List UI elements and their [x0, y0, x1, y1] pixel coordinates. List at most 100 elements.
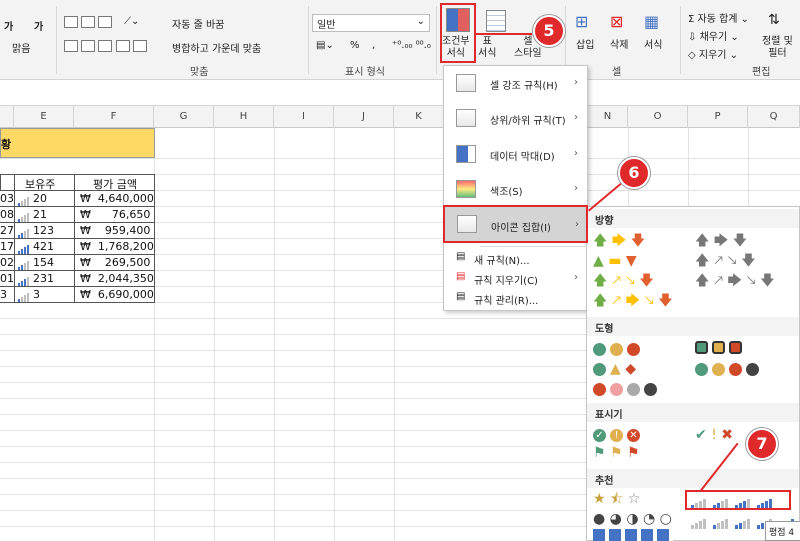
formula-bar[interactable]	[0, 80, 800, 106]
insert-cells-button[interactable]: 삽입	[576, 36, 594, 51]
cell-left[interactable]: 01	[0, 272, 14, 285]
conditional-format-menu: 셀 강조 규칙(H) › 상위/하위 규칙(T) › 데이터 막대(D) › 색조(S…	[443, 65, 588, 311]
icon-set-4-arrows-gray[interactable]: 🡅 🡕 🡖 🡇	[695, 253, 756, 269]
icon-set-red-to-black[interactable]	[593, 381, 661, 397]
table-row[interactable]: 27 123 ₩ 959,400	[0, 223, 155, 239]
data-bar-icon	[456, 145, 476, 163]
fill-down-icon: ⇩	[688, 32, 697, 43]
icon-set-3-arrows-gray[interactable]: 🡅 🡆 🡇	[695, 233, 747, 249]
table-row[interactable]: 08 21 ₩ 76,650	[0, 207, 155, 223]
col-header[interactable]: G	[154, 106, 214, 128]
cell-left[interactable]: 3	[0, 288, 7, 301]
format-cells-button[interactable]: 서식	[644, 36, 662, 51]
delete-cells-button[interactable]: 삭제	[610, 36, 628, 51]
col-header[interactable]: P	[688, 106, 748, 128]
icon-set-3-arrows-colored[interactable]: 🡅 🡆 🡇	[593, 233, 645, 249]
section-ratings: 추천	[587, 469, 799, 488]
icon-set-3-traffic-lights-rimmed[interactable]	[695, 339, 746, 355]
menu-item-top-bottom-rules[interactable]: 상위/하위 규칙(T) ›	[444, 100, 587, 136]
delete-cells-icon: ⊠	[610, 12, 624, 31]
comma-button[interactable]: ,	[372, 40, 375, 51]
cell-shares[interactable]: 20	[18, 192, 47, 206]
icon-set-5-boxes[interactable]	[593, 529, 673, 541]
menu-item-highlight-rules[interactable]: 셀 강조 규칙(H) ›	[444, 66, 587, 100]
col-header[interactable]: O	[628, 106, 688, 128]
icon-set-3-triangles[interactable]: ▲ ▬ ▼	[593, 253, 637, 269]
col-header[interactable]: J	[334, 106, 394, 128]
col-header[interactable]: F	[74, 106, 154, 128]
cell-shares[interactable]: 154	[18, 256, 54, 270]
menu-item-data-bars[interactable]: 데이터 막대(D) ›	[444, 136, 587, 172]
menu-item-new-rule[interactable]: ▤ 새 규칙(N)...	[444, 248, 587, 268]
sort-filter-button[interactable]: 정렬 및 필터	[762, 36, 793, 60]
valuation-header[interactable]: 평가 금액	[93, 176, 137, 192]
cell-shares[interactable]: 421	[18, 240, 54, 254]
cell-shares[interactable]: 231	[18, 272, 54, 286]
font-size-up-button[interactable]: 가	[4, 18, 13, 33]
col-header[interactable]: I	[274, 106, 334, 128]
col-header[interactable]: N	[588, 106, 628, 128]
icon-set-3-traffic-lights[interactable]	[593, 341, 644, 357]
cell-left[interactable]: 02	[0, 256, 14, 269]
cell-shares[interactable]: 123	[18, 224, 54, 238]
icon-set-5-arrows-gray[interactable]: 🡅 🡕 🡆 🡖 🡇	[695, 273, 775, 289]
icon-set-3-stars[interactable]: ★ ⯪ ☆	[593, 491, 640, 507]
icon-set-3-signs[interactable]: ▲ ◆	[593, 361, 636, 377]
cell-valuation[interactable]: ₩ 2,044,350	[80, 272, 154, 285]
cell-shares[interactable]: 21	[18, 208, 47, 222]
ribbon: 가 가 맑음 ⟋⌄ 자동 줄 바꿈 병합하고 가운데 맞춤 맞춤 일반 ⌄ ▤⌄ …	[0, 0, 800, 80]
font-label[interactable]: 맑음	[12, 40, 30, 55]
increase-decimal-icon[interactable]: ⁺⁰.₀₀ ⁰⁰.₀	[392, 40, 431, 51]
cell-valuation[interactable]: ₩ 269,500	[80, 256, 150, 269]
col-header[interactable]: Q	[748, 106, 800, 128]
shares-header[interactable]: 보유주	[25, 176, 55, 192]
col-header[interactable]: K	[394, 106, 444, 128]
rating-bars-icon	[18, 289, 30, 302]
icon-set-3-symbols[interactable]: ✔ ! ✖	[695, 427, 733, 443]
table-row[interactable]: 01 231 ₩ 2,044,350	[0, 271, 155, 287]
cell-valuation[interactable]: ₩ 1,768,200	[80, 240, 154, 253]
cell-valuation[interactable]: ₩ 4,640,000	[80, 192, 154, 205]
number-format-select[interactable]: 일반 ⌄	[312, 14, 430, 32]
cell-shares[interactable]: 3	[18, 288, 40, 302]
cell-left[interactable]: 03	[0, 192, 14, 205]
icon-set-5-arrows-colored[interactable]: 🡅 🡕 🡆 🡖 🡇	[593, 293, 673, 309]
icon-set-4-traffic-lights[interactable]	[695, 361, 763, 377]
cell-left[interactable]: 17	[0, 240, 14, 253]
accounting-icon[interactable]: ▤⌄	[316, 40, 334, 51]
align-top-icon[interactable]	[64, 16, 113, 28]
orientation-icon[interactable]: ⟋⌄	[124, 16, 139, 27]
col-header[interactable]: H	[214, 106, 274, 128]
align-left-icon[interactable]	[64, 40, 147, 52]
cells-group-label: 셀	[612, 67, 622, 78]
cell-valuation[interactable]: ₩ 6,690,000	[80, 288, 154, 301]
table-row[interactable]: 02 154 ₩ 269,500	[0, 255, 155, 271]
fill-button[interactable]: ⇩ 채우기 ⌄	[688, 28, 739, 43]
menu-item-manage-rules[interactable]: ▤ 규칙 관리(R)...	[444, 288, 587, 308]
cell-left[interactable]: 08	[0, 208, 14, 221]
percent-button[interactable]: %	[350, 40, 360, 51]
icon-set-4-arrows-colored[interactable]: 🡅 🡕 🡖 🡇	[593, 273, 654, 289]
icon-set-3-flags[interactable]: ⚑ ⚑ ⚑	[593, 445, 640, 461]
highlight-4-ratings	[685, 490, 791, 510]
merge-center-button[interactable]: 병합하고 가운데 맞춤	[172, 40, 261, 55]
autosum-button[interactable]: Σ 자동 합계 ⌄	[688, 10, 749, 25]
wrap-text-button[interactable]: 자동 줄 바꿈	[172, 16, 224, 31]
icon-set-5-quarters[interactable]: ● ◕ ◑ ◔ ○	[593, 511, 672, 527]
col-header[interactable]: E	[14, 106, 74, 128]
icon-set-3-symbols-circled[interactable]: ✓! ✕	[593, 427, 644, 443]
format-as-table-button[interactable]: 표 서식	[478, 36, 496, 60]
cell-valuation[interactable]: ₩ 76,650	[80, 208, 150, 221]
table-row[interactable]: 03 20 ₩ 4,640,000	[0, 191, 155, 207]
highlight-icon-sets	[443, 205, 588, 243]
font-size-down-button[interactable]: 가	[34, 18, 43, 33]
cell-left[interactable]: 27	[0, 224, 14, 237]
cell-valuation[interactable]: ₩ 959,400	[80, 224, 150, 237]
table-row[interactable]: 3 3 ₩ 6,690,000	[0, 287, 155, 303]
menu-item-color-scales[interactable]: 색조(S) ›	[444, 172, 587, 206]
menu-item-clear-rules[interactable]: ▤ 규칙 지우기(C) ›	[444, 268, 587, 288]
title-cell[interactable]: 황	[0, 128, 155, 158]
table-header-row: 보유주 평가 금액	[0, 174, 155, 191]
clear-button[interactable]: ◇ 지우기 ⌄	[688, 46, 738, 61]
table-row[interactable]: 17 421 ₩ 1,768,200	[0, 239, 155, 255]
